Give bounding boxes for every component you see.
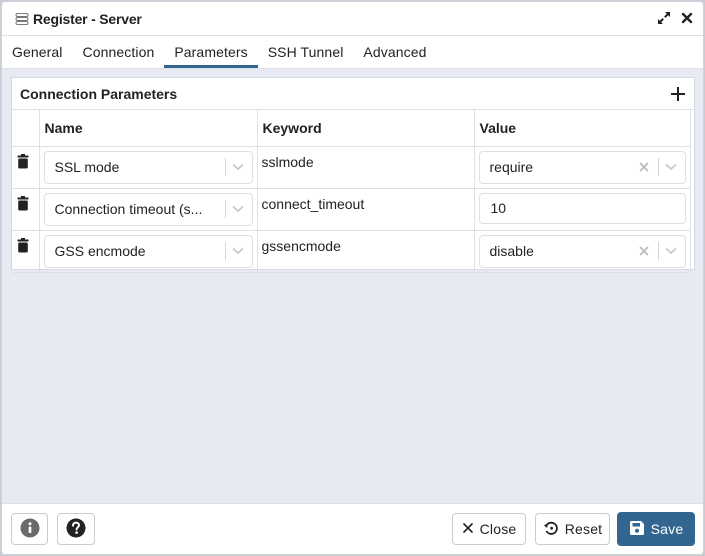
value-input[interactable]: 10 [478, 192, 686, 224]
connection-parameters-panel: Connection Parameters Name Keyword Value… [11, 77, 695, 273]
value-select[interactable]: disable [478, 234, 686, 268]
trash-icon[interactable] [17, 237, 29, 256]
name-select-value: Connection timeout (s... [54, 201, 203, 217]
dialog-footer: Close Reset Save [2, 503, 703, 554]
chevron-down-icon[interactable] [664, 163, 677, 171]
name-select[interactable]: SSL mode [43, 150, 253, 184]
tab-general[interactable]: General [2, 36, 73, 68]
keyword-cell: gssencmode [257, 230, 475, 273]
plus-icon[interactable] [670, 86, 686, 102]
reset-button-label: Reset [564, 521, 603, 537]
clear-icon[interactable] [638, 161, 650, 173]
content-area: Connection Parameters Name Keyword Value… [2, 68, 703, 503]
chevron-down-icon[interactable] [231, 163, 244, 171]
save-button[interactable]: Save [617, 512, 695, 546]
name-select-value: GSS encmode [54, 243, 146, 259]
save-icon [629, 520, 645, 539]
expand-icon[interactable] [657, 11, 671, 25]
value-select-value: require [489, 159, 534, 175]
dialog-title: Register - Server [33, 10, 142, 27]
keyword-cell: connect_timeout [257, 188, 475, 231]
close-button-label: Close [479, 521, 517, 537]
name-select[interactable]: GSS encmode [43, 234, 253, 268]
close-icon [462, 521, 474, 537]
title-bar[interactable]: Register - Server [2, 2, 703, 36]
column-header-value: Value [474, 110, 691, 147]
help-button[interactable] [57, 513, 95, 545]
tab-advanced[interactable]: Advanced [353, 36, 436, 68]
info-icon [20, 518, 40, 541]
name-select-value: SSL mode [54, 159, 120, 175]
name-select[interactable]: Connection timeout (s... [43, 192, 253, 226]
table-row: SSL mode sslmode require [12, 146, 691, 189]
tab-parameters[interactable]: Parameters [164, 36, 259, 68]
column-header-actions [12, 110, 40, 147]
save-button-label: Save [650, 521, 684, 537]
reset-icon [543, 520, 559, 539]
chevron-down-icon[interactable] [231, 247, 244, 255]
register-server-dialog: Register - Server General Connection Par… [1, 1, 704, 555]
close-icon[interactable] [681, 12, 693, 24]
info-button[interactable] [11, 513, 48, 545]
trash-icon[interactable] [17, 153, 29, 172]
tab-bar: General Connection Parameters SSH Tunnel… [2, 36, 703, 68]
table-row: Connection timeout (s... connect_timeout… [12, 188, 691, 231]
tab-connection[interactable]: Connection [73, 36, 165, 68]
reset-button[interactable]: Reset [535, 513, 610, 545]
parameters-table: Name Keyword Value SSL mode sslmode requ… [12, 110, 691, 273]
server-icon [15, 12, 29, 26]
chevron-down-icon[interactable] [231, 205, 244, 213]
tab-ssh-tunnel[interactable]: SSH Tunnel [258, 36, 354, 68]
table-row: GSS encmode gssencmode disable [12, 230, 691, 273]
value-select-value: disable [489, 243, 534, 259]
value-select[interactable]: require [478, 150, 686, 184]
trash-icon[interactable] [17, 195, 29, 214]
panel-title: Connection Parameters [20, 85, 178, 102]
help-icon [66, 518, 86, 541]
chevron-down-icon[interactable] [664, 247, 677, 255]
column-header-name: Name [39, 110, 258, 147]
column-header-keyword: Keyword [257, 110, 475, 147]
keyword-cell: sslmode [257, 146, 475, 189]
clear-icon[interactable] [638, 245, 650, 257]
close-button[interactable]: Close [452, 513, 526, 545]
